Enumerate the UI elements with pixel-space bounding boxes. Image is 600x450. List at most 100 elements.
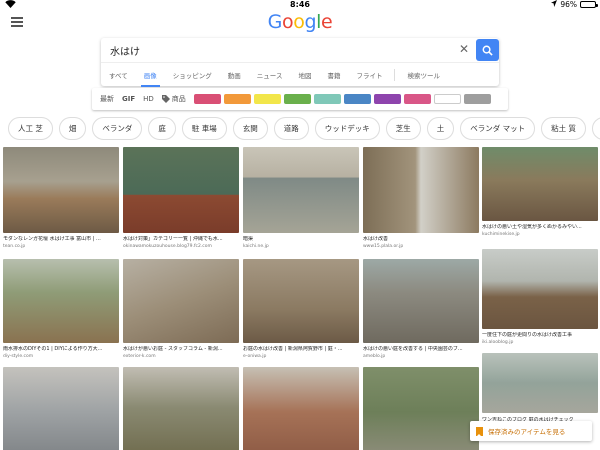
color-swatch[interactable] [403,94,431,104]
image-result[interactable] [123,367,239,450]
result-thumbnail[interactable] [243,367,359,450]
battery-percent: 96% [560,0,577,9]
result-source: www15.plala.or.jp [363,244,404,249]
saved-items-label: 保存済みのアイテムを見る [488,428,566,436]
status-bar: 8:46 96% [0,0,600,11]
color-swatch[interactable] [433,94,461,104]
search-tabs: すべて 画像 ショッピング 動画 ニュース 地図 書籍 フライト 検索ツール [101,62,499,87]
result-thumbnail[interactable] [363,147,479,233]
result-caption[interactable]: お庭の水はけ改善 | 新潟県阿賀野市 | 庭・... [243,346,359,353]
image-result[interactable]: 一度住下の庭が更間りの水はけ改善工事 iki.alooblog.jp [482,249,598,346]
result-thumbnail[interactable] [123,259,239,343]
search-icon [482,45,493,56]
related-chip[interactable]: 駐 車場 [181,117,227,140]
saved-items-button[interactable]: 保存済みのアイテムを見る [470,421,592,441]
tab-images[interactable]: 画像 [136,63,165,87]
tab-videos[interactable]: 動画 [220,63,249,87]
image-result[interactable]: 水はけの悪い庭を改善する | 中央園芸のブ... ameblo.jp [363,259,479,360]
related-chip[interactable]: 人工 芝 [8,117,53,140]
result-thumbnail[interactable] [3,367,119,450]
result-caption[interactable]: 雨水排水のDIYその1 | DIYによる作り方大... [3,346,119,353]
search-button[interactable] [476,39,499,61]
result-caption[interactable]: 水はけ改善 [363,236,479,243]
result-thumbnail[interactable] [363,367,479,450]
image-result[interactable] [3,367,119,450]
result-caption[interactable]: 水はけの悪い土や湿気が多くぬかるみやい... [482,224,598,231]
related-chip[interactable]: 土 [426,117,455,140]
filter-products[interactable]: 商品 [161,94,186,104]
tab-flights[interactable]: フライト [348,63,390,87]
tab-search-tools[interactable]: 検索ツール [399,63,448,87]
related-chip[interactable]: 道路 [273,117,309,140]
color-swatch[interactable] [463,94,491,104]
search-box: 水はけ ✕ すべて 画像 ショッピング 動画 ニュース 地図 書籍 フライト 検… [101,38,499,87]
related-chip[interactable]: プランター [592,117,600,140]
image-result[interactable]: 水はけ改善 www15.plala.or.jp [363,147,479,250]
result-thumbnail[interactable] [482,353,598,413]
google-image-search-page: 8:46 96% Google 水はけ ✕ すべて 画像 ショッピング 動画 ニ… [0,0,600,450]
result-thumbnail[interactable] [363,259,479,343]
image-result[interactable]: 水はけの悪い土や湿気が多くぬかるみやい... kuchiminekise.jp [482,147,598,238]
result-caption[interactable]: 水はけ対策」カテゴリー一覧 | 沖縄でも水... [123,236,239,243]
image-result[interactable]: お庭の水はけ改善 | 新潟県阿賀野市 | 庭・... e-oniwa.jp [243,259,359,360]
related-chip[interactable]: ベランダ マット [460,117,536,140]
filter-latest[interactable]: 最新 [100,94,114,104]
result-caption[interactable]: 暗渠 [243,236,359,243]
result-caption[interactable]: 一度住下の庭が更間りの水はけ改善工事 [482,332,598,339]
result-caption[interactable]: 水はけの悪い庭を改善する | 中央園芸のブ... [363,346,479,353]
result-thumbnail[interactable] [243,147,359,233]
image-result[interactable] [243,367,359,450]
tab-shopping[interactable]: ショッピング [165,63,220,87]
result-thumbnail[interactable] [123,367,239,450]
image-result[interactable]: 暗渠 kaichi.ne.jp [243,147,359,250]
result-source: okinawamokuzouhouse.blog79.fc2.com [123,244,212,249]
result-source: tean.co.jp [3,244,26,249]
related-chip[interactable]: 庭 [148,117,176,140]
related-chip[interactable]: 芝生 [385,117,421,140]
filter-products-label: 商品 [171,95,186,103]
result-caption[interactable]: 水はけが悪いお庭 - スタッフコラム - 新潟... [123,346,239,353]
tab-divider [394,68,396,81]
related-chip[interactable]: ウッドデッキ [314,117,380,140]
logo-letter: o [282,11,294,33]
result-source: iki.alooblog.jp [482,340,514,345]
result-thumbnail[interactable] [482,249,598,329]
result-thumbnail[interactable] [482,147,598,221]
color-swatch[interactable] [343,94,371,104]
image-result[interactable] [482,353,598,413]
color-swatch[interactable] [373,94,401,104]
related-chip[interactable]: ベランダ [92,117,143,140]
clear-icon[interactable]: ✕ [459,42,469,56]
color-swatch[interactable] [253,94,281,104]
image-result[interactable]: 水はけ対策」カテゴリー一覧 | 沖縄でも水... okinawamokuzouh… [123,147,239,250]
image-result[interactable]: 雨水排水のDIYその1 | DIYによる作り方大... diy-style.com [3,259,119,360]
color-swatch[interactable] [193,94,221,104]
search-input[interactable]: 水はけ [110,43,140,58]
result-source: diy-style.com [3,354,34,359]
related-chip[interactable]: 粘土 質 [541,117,587,140]
logo-letter: G [267,11,283,33]
tab-maps[interactable]: 地図 [290,63,319,87]
result-thumbnail[interactable] [3,147,119,233]
bookmark-icon [476,426,483,437]
result-thumbnail[interactable] [123,147,239,233]
tab-news[interactable]: ニュース [249,63,291,87]
tab-all[interactable]: すべて [101,63,136,87]
google-logo[interactable]: Google [0,11,600,33]
image-result[interactable] [363,367,479,450]
result-thumbnail[interactable] [243,259,359,343]
related-chip[interactable]: 畑 [58,117,87,140]
result-thumbnail[interactable] [3,259,119,343]
related-chip[interactable]: 玄関 [232,117,268,140]
result-source: e-oniwa.jp [243,354,267,359]
image-result[interactable]: 水はけが悪いお庭 - スタッフコラム - 新潟... exterior-k.com [123,259,239,360]
color-swatch[interactable] [283,94,311,104]
result-caption[interactable]: モダンなレンガ花壇 水はけ工事 富山市 | ... [3,236,119,243]
tab-books[interactable]: 書籍 [319,63,348,87]
color-swatch[interactable] [223,94,251,104]
filter-gif[interactable]: GIF [122,95,135,103]
image-result[interactable]: モダンなレンガ花壇 水はけ工事 富山市 | ... tean.co.jp [3,147,119,250]
filter-hd[interactable]: HD [143,95,154,103]
logo-letter: e [321,11,333,33]
color-swatch[interactable] [313,94,341,104]
